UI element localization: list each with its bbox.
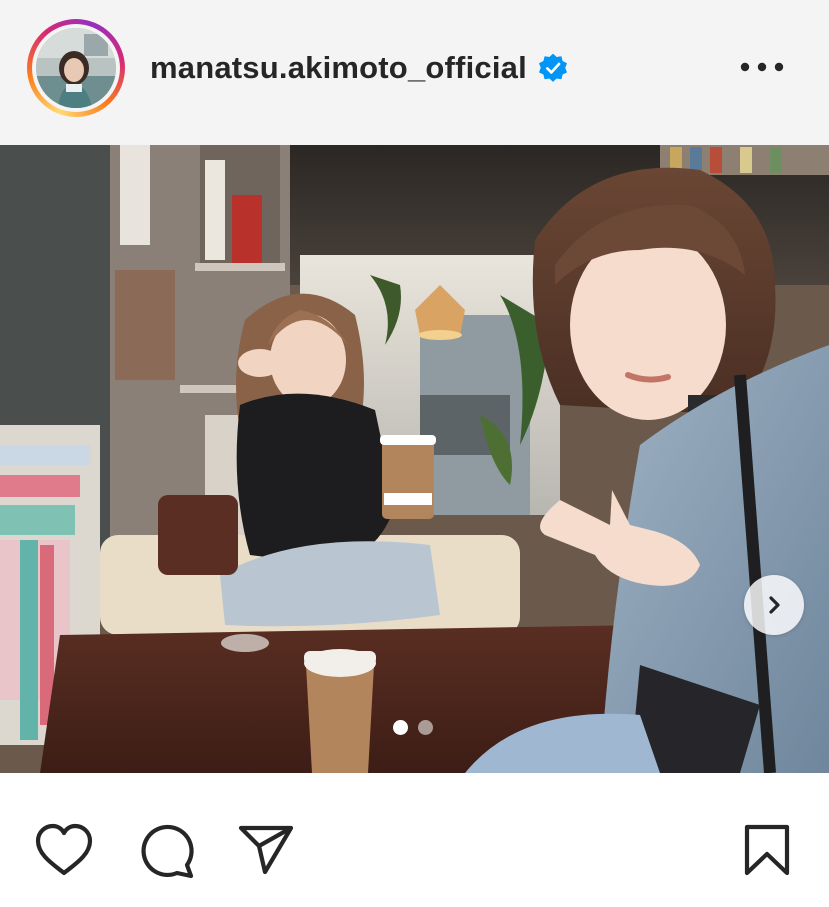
more-horizontal-icon — [740, 62, 784, 72]
story-ring[interactable] — [27, 19, 125, 117]
comment-bubble-icon — [141, 824, 194, 879]
carousel-next-button[interactable] — [744, 575, 804, 635]
instagram-post: manatsu.akimoto_official — [0, 0, 829, 907]
profile-avatar[interactable] — [36, 28, 116, 108]
share-button[interactable] — [236, 820, 296, 880]
heart-icon — [35, 823, 93, 876]
paper-plane-icon — [238, 825, 294, 875]
post-actions-bar — [0, 773, 829, 907]
avatar-image — [36, 28, 116, 108]
comment-button[interactable] — [136, 820, 196, 880]
avatar-ring-gap — [32, 24, 120, 112]
verified-badge-icon — [537, 52, 569, 84]
username-link[interactable]: manatsu.akimoto_official — [150, 50, 527, 86]
carousel-indicator — [393, 720, 433, 735]
save-button[interactable] — [737, 820, 797, 880]
bookmark-icon — [744, 824, 790, 876]
like-button[interactable] — [34, 820, 94, 880]
carousel-dot-1 — [393, 720, 408, 735]
post-header: manatsu.akimoto_official — [0, 0, 829, 145]
more-options-button[interactable] — [735, 56, 789, 78]
username-row: manatsu.akimoto_official — [150, 48, 569, 88]
chevron-right-icon — [769, 596, 780, 614]
post-photo[interactable] — [0, 145, 829, 773]
cafe-photo-illustration — [0, 145, 829, 773]
carousel-dot-2 — [418, 720, 433, 735]
